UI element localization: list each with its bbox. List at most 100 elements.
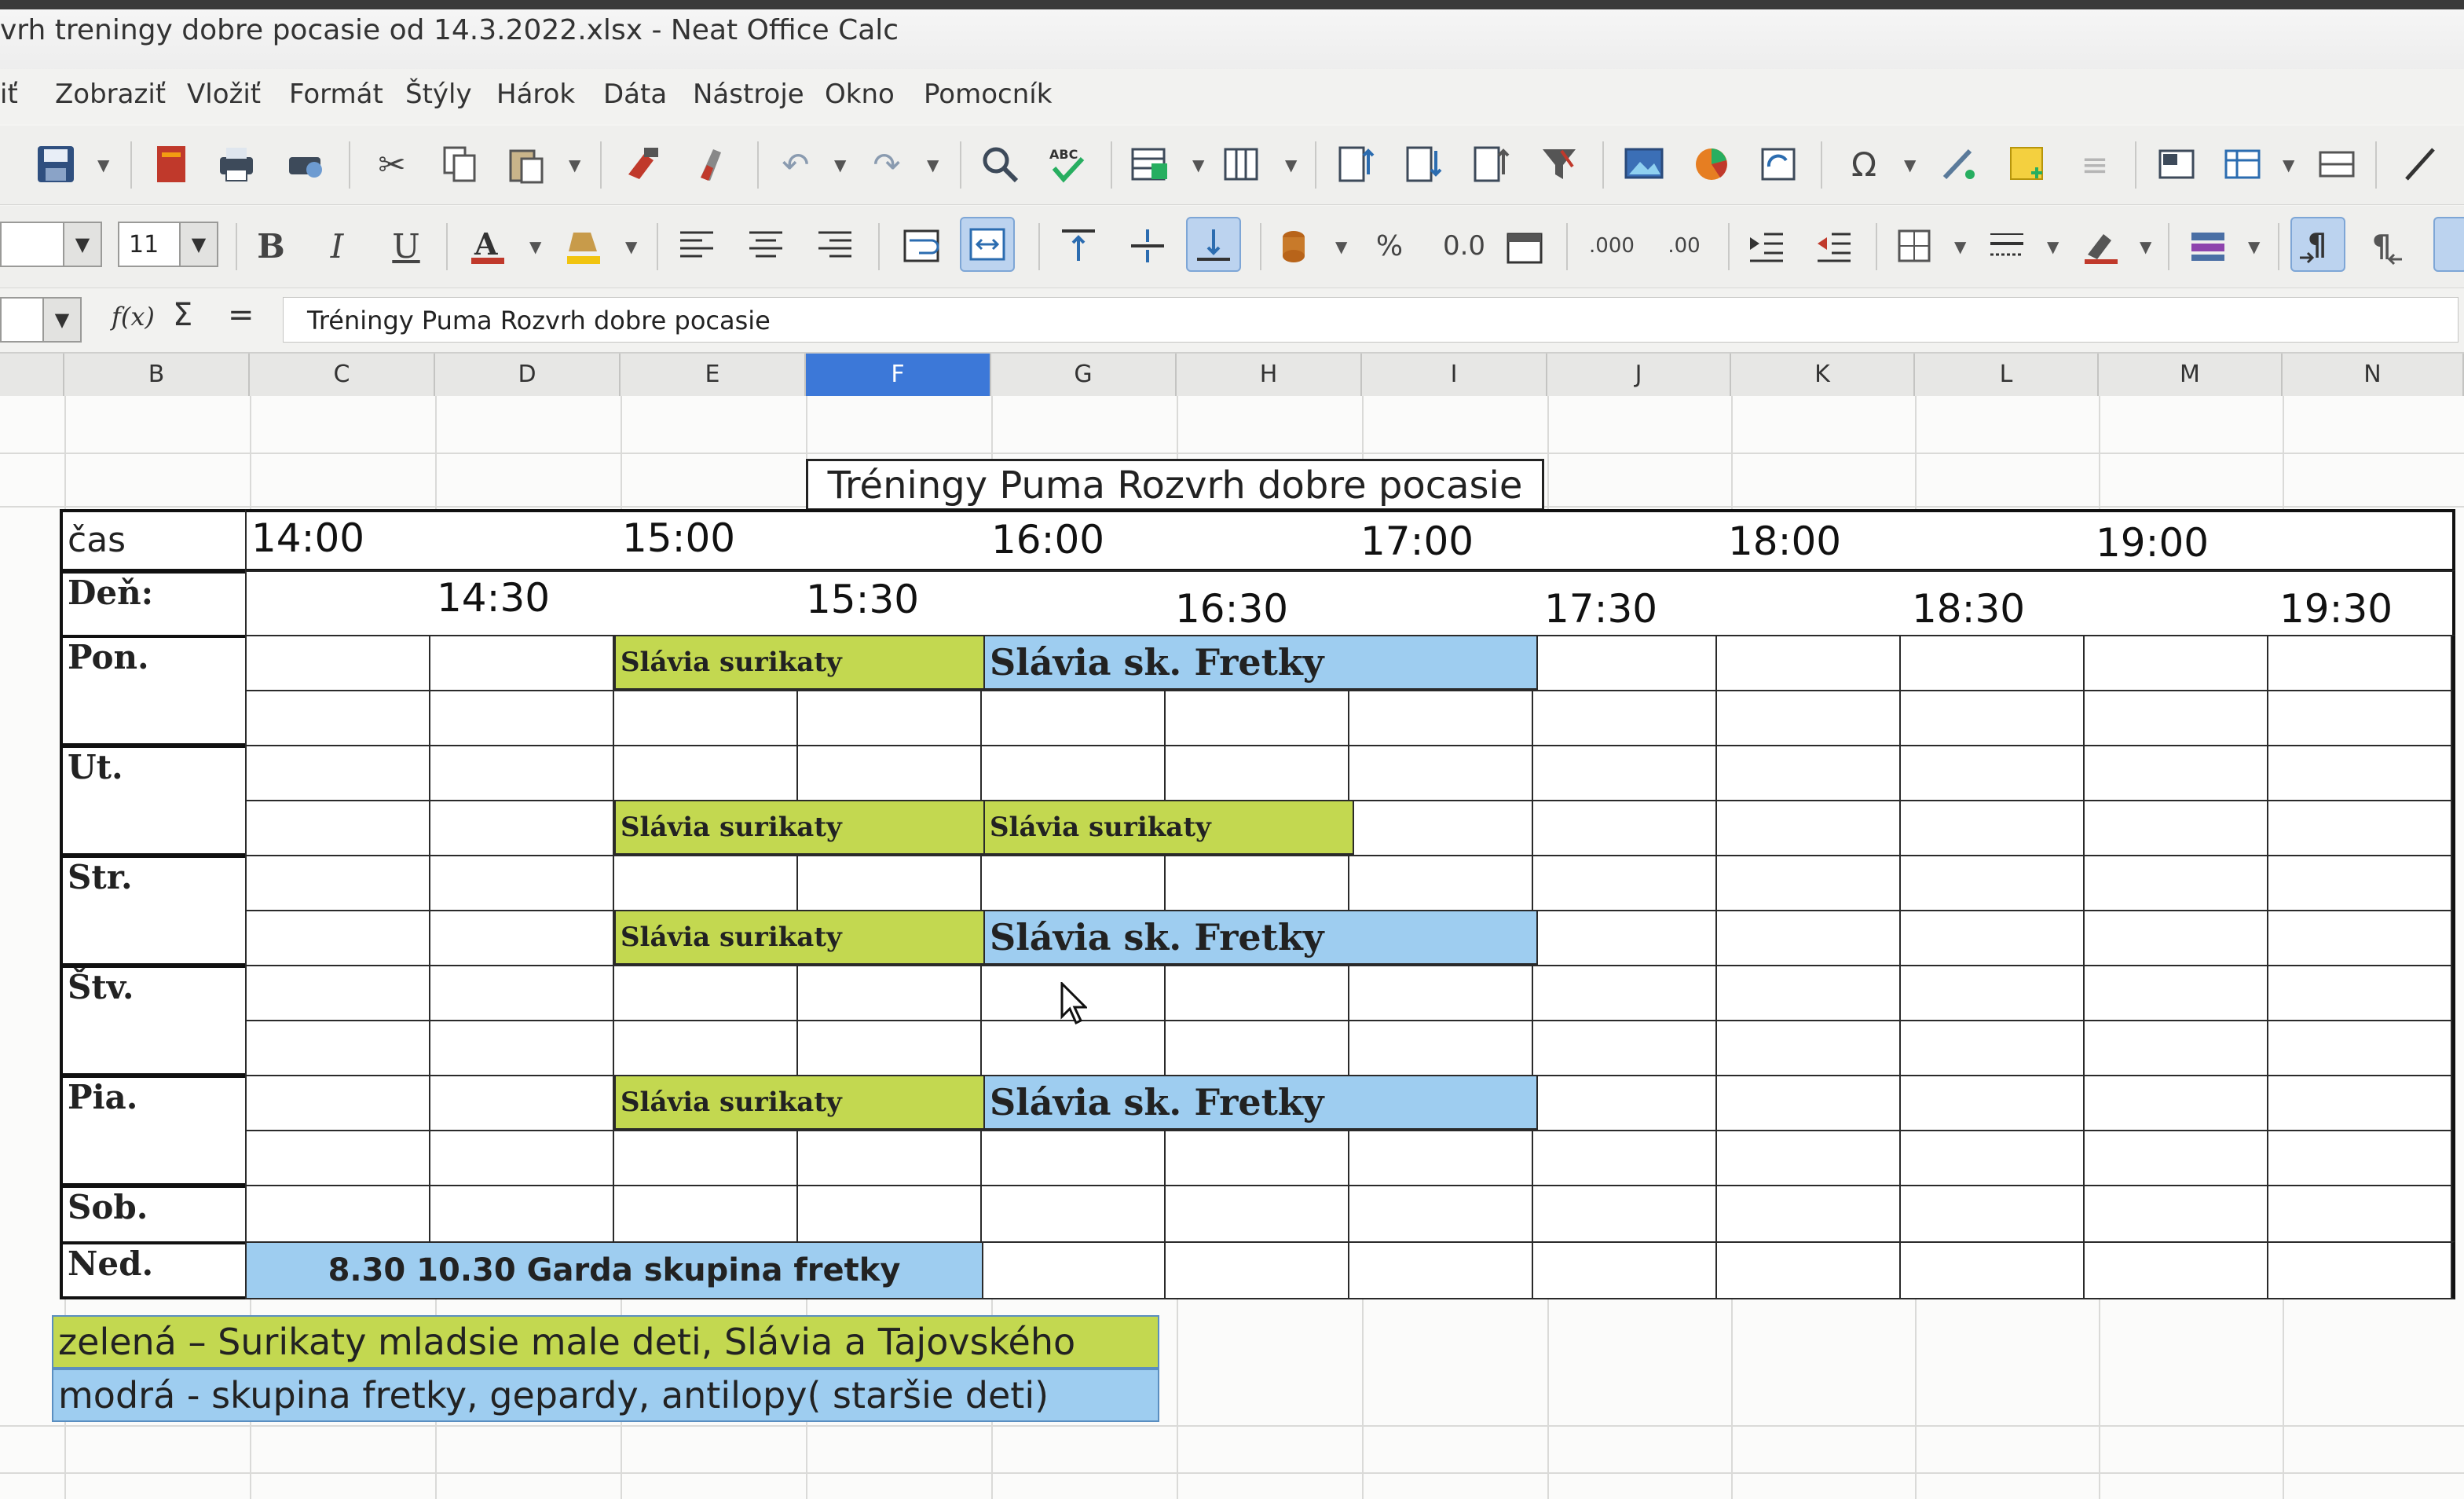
formula-icon[interactable]: = <box>228 297 254 333</box>
center-vertically-icon[interactable] <box>1122 220 1173 272</box>
font-size-combo[interactable]: 11 ▼ <box>118 222 218 267</box>
formula-input[interactable]: Tréningy Puma Rozvrh dobre pocasie <box>283 297 2459 343</box>
export-pdf-icon[interactable] <box>146 138 198 190</box>
day-label-pia[interactable]: Pia. <box>60 1075 248 1186</box>
comment-icon[interactable] <box>2001 138 2053 190</box>
chevron-down-icon[interactable]: ▼ <box>625 237 637 256</box>
column-header[interactable]: B <box>64 354 250 396</box>
paste-icon[interactable] <box>500 138 551 190</box>
wrap-text-icon[interactable] <box>895 220 947 272</box>
column-header[interactable]: E <box>621 354 806 396</box>
block-surikaty-pon[interactable]: Slávia surikaty <box>614 635 985 690</box>
hyperlink-icon[interactable] <box>1934 138 1986 190</box>
block-surikaty-str[interactable]: Slávia surikaty <box>614 910 985 965</box>
schedule-heading[interactable]: Tréningy Puma Rozvrh dobre pocasie <box>806 459 1544 511</box>
menu-data[interactable]: Dáta <box>603 79 667 110</box>
time-row-top[interactable]: 14:00 15:00 16:00 17:00 18:00 19:00 <box>245 509 2455 572</box>
menu-edit[interactable]: iť <box>0 79 18 110</box>
split-window-icon[interactable] <box>2311 138 2363 190</box>
insert-rows-icon[interactable] <box>1123 138 1175 190</box>
block-surikaty-ut-2[interactable]: Slávia surikaty <box>983 800 1354 855</box>
chevron-down-icon[interactable]: ▼ <box>1335 237 1347 256</box>
column-header[interactable]: H <box>1177 354 1362 396</box>
toolbar-overflow-icon[interactable] <box>2433 217 2464 272</box>
chevron-down-icon[interactable]: ▼ <box>1954 237 1966 256</box>
legend-green[interactable]: zelená – Surikaty mladsie male deti, Slá… <box>52 1315 1159 1369</box>
save-icon[interactable] <box>30 138 82 190</box>
legend-blue[interactable]: modrá - skupina fretky, gepardy, antilop… <box>52 1369 1159 1422</box>
sort-ascending-icon[interactable] <box>1329 138 1381 190</box>
chevron-down-icon[interactable]: ▼ <box>2140 237 2151 256</box>
column-header-selected[interactable]: F <box>806 354 991 396</box>
chevron-down-icon[interactable]: ▼ <box>2248 237 2260 256</box>
time-row-bottom[interactable]: 14:30 15:30 16:30 17:30 18:30 19:30 <box>245 570 2455 638</box>
column-header[interactable]: I <box>1362 354 1547 396</box>
chevron-down-icon[interactable]: ▼ <box>1192 156 1204 174</box>
chevron-down-icon[interactable]: ▼ <box>529 237 541 256</box>
align-left-icon[interactable] <box>671 220 723 272</box>
block-fretky-str[interactable]: Slávia sk. Fretky <box>983 910 1538 965</box>
menu-help[interactable]: Pomocník <box>924 79 1052 110</box>
borders-icon[interactable] <box>1888 220 1940 272</box>
day-label-pon[interactable]: Pon. <box>60 635 248 746</box>
select-all-corner[interactable] <box>0 354 64 396</box>
align-center-icon[interactable] <box>740 220 792 272</box>
chevron-down-icon[interactable]: ▼ <box>63 223 101 266</box>
print-preview-icon[interactable] <box>280 138 331 190</box>
day-label-sob[interactable]: Sob. <box>60 1185 248 1244</box>
align-top-icon[interactable] <box>1053 220 1104 272</box>
chevron-down-icon[interactable]: ▼ <box>834 156 846 174</box>
autofilter-icon[interactable] <box>1533 138 1585 190</box>
chevron-down-icon[interactable]: ▼ <box>2283 156 2294 174</box>
day-label-ned[interactable]: Ned. <box>60 1241 248 1299</box>
bold-button[interactable]: B <box>245 220 297 272</box>
define-print-area-icon[interactable] <box>2151 138 2202 190</box>
name-box[interactable]: ▼ <box>0 297 82 343</box>
headers-footers-icon[interactable]: ≡ <box>2069 138 2121 190</box>
currency-format-icon[interactable] <box>1268 220 1320 272</box>
conditional-format-icon[interactable] <box>2182 220 2234 272</box>
show-draw-functions-icon[interactable] <box>2394 138 2446 190</box>
column-header[interactable]: J <box>1547 354 1731 396</box>
pivot-table-icon[interactable] <box>1753 138 1805 190</box>
italic-button[interactable]: I <box>311 220 363 272</box>
column-header[interactable]: C <box>250 354 435 396</box>
menu-styles[interactable]: Štýly <box>405 79 472 110</box>
insert-chart-icon[interactable] <box>1686 138 1737 190</box>
chevron-down-icon[interactable]: ▼ <box>179 223 217 266</box>
border-color-icon[interactable] <box>2075 220 2127 272</box>
block-fretky-pon[interactable]: Slávia sk. Fretky <box>983 635 1538 690</box>
column-header[interactable]: K <box>1731 354 1915 396</box>
menu-sheet[interactable]: Hárok <box>496 79 575 110</box>
column-header[interactable]: M <box>2099 354 2283 396</box>
date-format-icon[interactable] <box>1499 220 1551 272</box>
block-fretky-pia[interactable]: Slávia sk. Fretky <box>983 1075 1538 1130</box>
decrease-indent-icon[interactable] <box>1808 220 1860 272</box>
sort-descending-icon[interactable] <box>1397 138 1448 190</box>
column-header[interactable]: D <box>435 354 621 396</box>
spellcheck-icon[interactable]: ABC <box>1042 138 1093 190</box>
row-label-cas[interactable]: čas <box>60 509 248 572</box>
sum-icon[interactable]: Σ <box>173 297 192 333</box>
clone-formatting-icon[interactable] <box>616 138 668 190</box>
chevron-down-icon[interactable]: ▼ <box>97 156 109 174</box>
chevron-down-icon[interactable]: ▼ <box>569 156 580 174</box>
column-header[interactable]: G <box>991 354 1177 396</box>
find-replace-icon[interactable] <box>974 138 1026 190</box>
block-garda-ned[interactable]: 8.30 10.30 Garda skupina fretky <box>245 1241 983 1299</box>
chevron-down-icon[interactable]: ▼ <box>2047 237 2059 256</box>
left-to-right-icon[interactable]: ¶ <box>2290 217 2345 272</box>
underline-button[interactable]: U <box>380 220 432 272</box>
column-header[interactable]: L <box>1915 354 2099 396</box>
block-surikaty-pia[interactable]: Slávia surikaty <box>614 1075 985 1130</box>
chevron-down-icon[interactable]: ▼ <box>42 299 80 341</box>
menu-insert[interactable]: Vložiť <box>187 79 261 110</box>
font-name-combo[interactable]: ▼ <box>0 222 102 267</box>
menu-format[interactable]: Formát <box>289 79 383 110</box>
percent-format-button[interactable]: % <box>1364 220 1415 272</box>
add-decimal-button[interactable]: .000 <box>1580 220 1643 272</box>
insert-image-icon[interactable] <box>1618 138 1670 190</box>
align-bottom-icon[interactable] <box>1186 217 1241 272</box>
redo-icon[interactable]: ↷ <box>861 138 913 190</box>
print-icon[interactable] <box>211 138 262 190</box>
